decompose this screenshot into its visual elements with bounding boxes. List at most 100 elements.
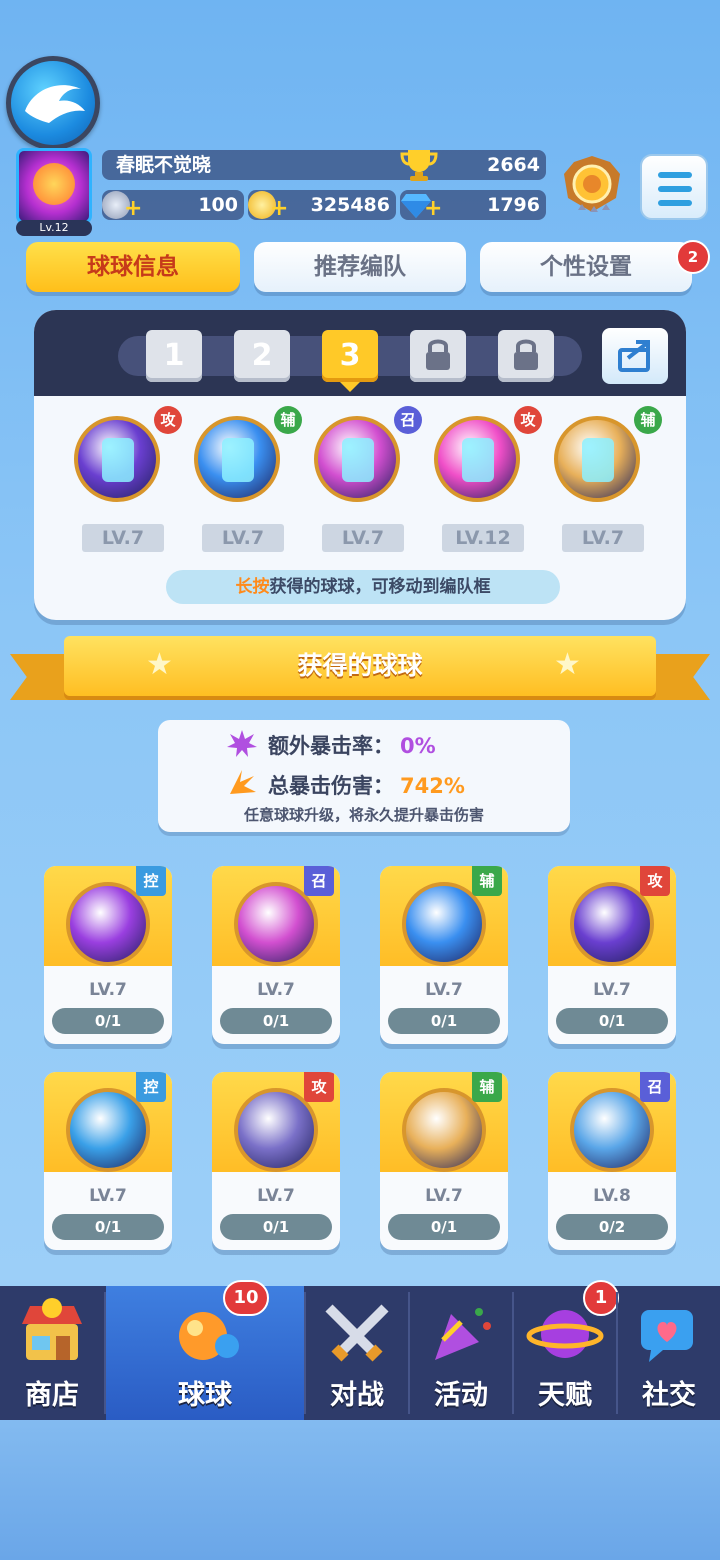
nav-shop[interactable]: 商店 [0, 1286, 104, 1420]
ball-level: LV.7 [257, 1186, 295, 1206]
team-ball-level: LV.7 [82, 524, 164, 552]
role-tag: 辅 [472, 866, 502, 896]
nav-badge: 1 [583, 1280, 619, 1316]
ball-level: LV.8 [593, 1186, 631, 1206]
ball-level: LV.7 [89, 980, 127, 1000]
crit-rate-value: 0% [400, 734, 436, 758]
role-tag: 控 [136, 1072, 166, 1102]
ball-fragments: 0/1 [220, 1008, 332, 1034]
crit-stats-box: 额外暴击率： 0% 总暴击伤害： 742% 任意球球升级，将永久提升暴击伤害 [158, 720, 570, 832]
rank-badge-icon[interactable] [560, 154, 624, 220]
ball-fragments: 0/1 [388, 1008, 500, 1034]
gold-count: 325486 [310, 194, 390, 216]
tab-ball-info[interactable]: 球球信息 [26, 242, 240, 292]
role-tag: 攻 [304, 1072, 334, 1102]
gem-bar[interactable]: + 1796 [400, 190, 546, 221]
team-ball-5[interactable] [554, 416, 640, 502]
crit-rate-label: 额外暴击率： [268, 734, 394, 758]
team-slot-2[interactable]: 2 [234, 330, 290, 382]
role-badge: 辅 [274, 406, 302, 434]
crit-damage-icon [230, 770, 256, 794]
player-name: 春眠不觉晓 [116, 154, 212, 176]
nav-swords[interactable]: 对战 [306, 1286, 408, 1420]
ball-fragments: 0/1 [388, 1214, 500, 1240]
whale-logo-icon [25, 85, 85, 123]
ball-fragments: 0/1 [556, 1008, 668, 1034]
crit-note: 任意球球升级，将永久提升暴击伤害 [243, 806, 484, 824]
tab-personal-settings[interactable]: 个性设置 [480, 242, 692, 292]
ball-fragments: 0/2 [556, 1214, 668, 1240]
role-badge: 辅 [634, 406, 662, 434]
nav-label: 社交 [642, 1380, 696, 1411]
player-avatar[interactable] [16, 148, 92, 224]
team-ball-2[interactable] [194, 416, 280, 502]
nav-party[interactable]: 活动 [410, 1286, 512, 1420]
nav-label: 对战 [330, 1380, 384, 1411]
team-slot-locked-4[interactable] [410, 330, 466, 382]
nav-label: 天赋 [538, 1380, 592, 1411]
ball-level: LV.7 [257, 980, 295, 1000]
team-ball-4[interactable] [434, 416, 520, 502]
ball-card[interactable]: 控 LV.7 0/1 [44, 866, 172, 1044]
team-slot-3[interactable]: 3 [322, 330, 378, 382]
ball-level: LV.7 [425, 980, 463, 1000]
energy-count: 100 [198, 194, 238, 216]
team-ball-3[interactable] [314, 416, 400, 502]
menu-button[interactable] [640, 154, 708, 220]
collection-banner: ★ 获得的球球 ★ [64, 636, 656, 696]
party-icon [435, 1308, 491, 1360]
ball-card[interactable]: 辅 LV.7 0/1 [380, 1072, 508, 1250]
ball-card[interactable]: 攻 LV.7 0/1 [548, 866, 676, 1044]
ball-card[interactable]: 召 LV.7 0/1 [212, 866, 340, 1044]
ball-card[interactable]: 攻 LV.7 0/1 [212, 1072, 340, 1250]
ball-card[interactable]: 召 LV.8 0/2 [548, 1072, 676, 1250]
gold-plus-icon[interactable]: + [270, 194, 288, 224]
share-button[interactable] [602, 328, 668, 384]
team-ball-level: LV.7 [562, 524, 644, 552]
role-tag: 召 [304, 866, 334, 896]
drag-hint: 长按获得的球球，可移动到编队框 [166, 570, 560, 604]
nav-chat[interactable]: 社交 [618, 1286, 720, 1420]
game-logo [6, 56, 100, 150]
team-ball-level: LV.7 [202, 524, 284, 552]
team-ball-level: LV.7 [322, 524, 404, 552]
team-slot-locked-5[interactable] [498, 330, 554, 382]
ball-card[interactable]: 辅 LV.7 0/1 [380, 866, 508, 1044]
chat-icon [641, 1310, 693, 1362]
nav-badge: 10 [223, 1280, 269, 1316]
ball-level: LV.7 [89, 1186, 127, 1206]
nav-label: 球球 [178, 1380, 232, 1411]
hint-text: 获得的球球，可移动到编队框 [269, 577, 491, 597]
ball-fragments: 0/1 [220, 1214, 332, 1240]
gem-plus-icon[interactable]: + [424, 194, 442, 224]
role-tag: 辅 [472, 1072, 502, 1102]
trophy-count: 2664 [487, 154, 540, 176]
energy-plus-icon[interactable]: + [124, 194, 142, 224]
team-slot-1[interactable]: 1 [146, 330, 202, 382]
nav-ball[interactable]: 球球 [106, 1286, 304, 1420]
team-ball-1[interactable] [74, 416, 160, 502]
role-tag: 攻 [640, 866, 670, 896]
gem-count: 1796 [487, 194, 540, 216]
crit-damage-label: 总暴击伤害： [268, 774, 394, 798]
tab-recommended-team[interactable]: 推荐编队 [254, 242, 466, 292]
role-tag: 控 [136, 866, 166, 896]
lock-icon [514, 339, 538, 370]
bottom-nav: 商店 球球 10 对战 活动 天赋 1 社交 [0, 1280, 720, 1420]
ball-fragments: 0/1 [52, 1214, 164, 1240]
crit-damage-value: 742% [400, 774, 465, 798]
team-ball-level: LV.12 [442, 524, 524, 552]
star-icon: ★ [554, 647, 581, 682]
trophy-icon [400, 150, 438, 181]
nav-label: 活动 [434, 1380, 488, 1411]
settings-badge: 2 [676, 240, 710, 274]
gold-bar[interactable]: + 325486 [248, 190, 396, 221]
role-badge: 攻 [514, 406, 542, 434]
ball-fragments: 0/1 [52, 1008, 164, 1034]
energy-bar[interactable]: + 100 [102, 190, 244, 221]
role-badge: 召 [394, 406, 422, 434]
ball-level: LV.7 [425, 1186, 463, 1206]
ball-card[interactable]: 控 LV.7 0/1 [44, 1072, 172, 1250]
hint-highlight: 长按 [235, 577, 270, 597]
swords-icon [325, 1304, 389, 1362]
